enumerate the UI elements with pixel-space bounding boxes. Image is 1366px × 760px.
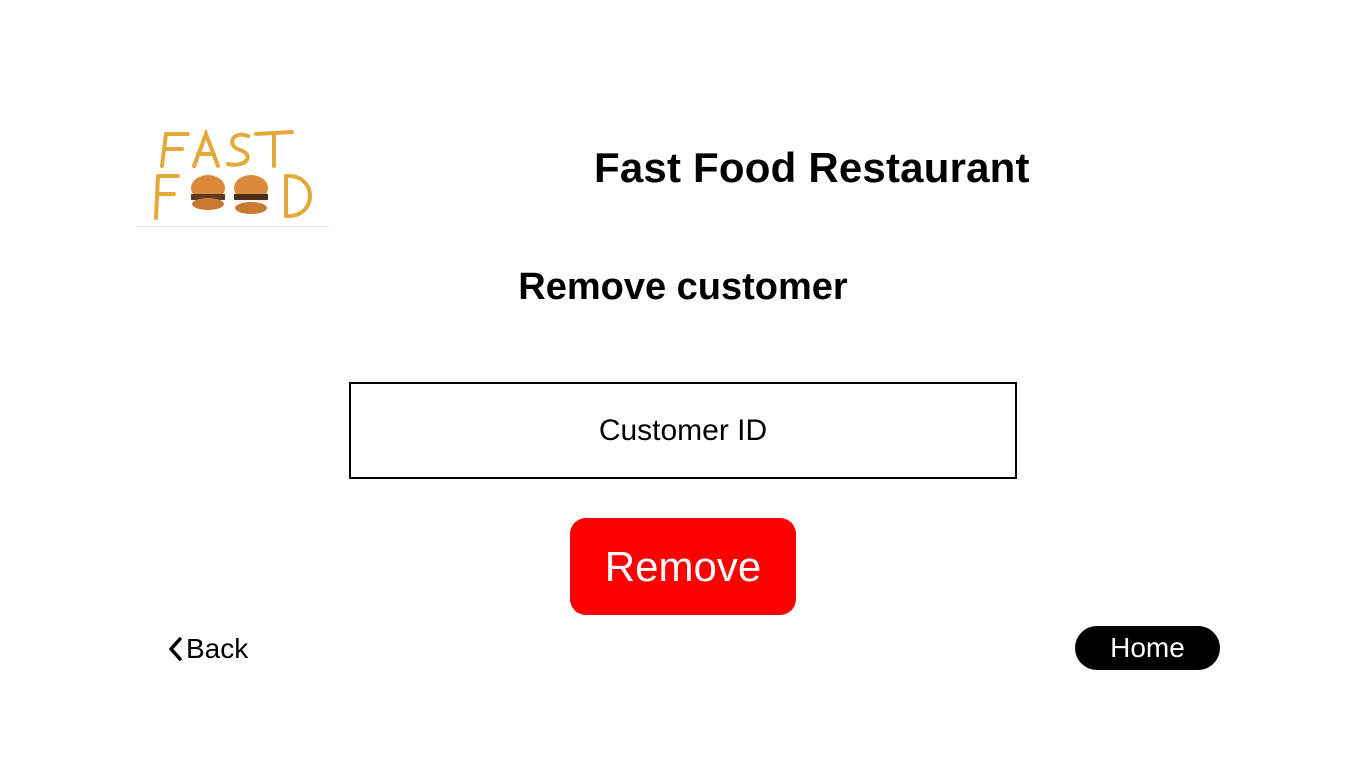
- back-label: Back: [186, 633, 249, 664]
- page-title: Remove customer: [518, 266, 848, 308]
- app-title: Fast Food Restaurant: [594, 144, 1030, 191]
- back-button[interactable]: Back: [166, 630, 248, 668]
- customer-id-input[interactable]: [349, 382, 1017, 479]
- fast-food-logo: [136, 124, 329, 227]
- home-button[interactable]: Home: [1075, 626, 1220, 670]
- remove-button[interactable]: Remove: [570, 518, 796, 615]
- remove-customer-screen: Fast Food Restaurant Remove customer Rem…: [0, 0, 1366, 760]
- chevron-left-icon: [166, 636, 184, 662]
